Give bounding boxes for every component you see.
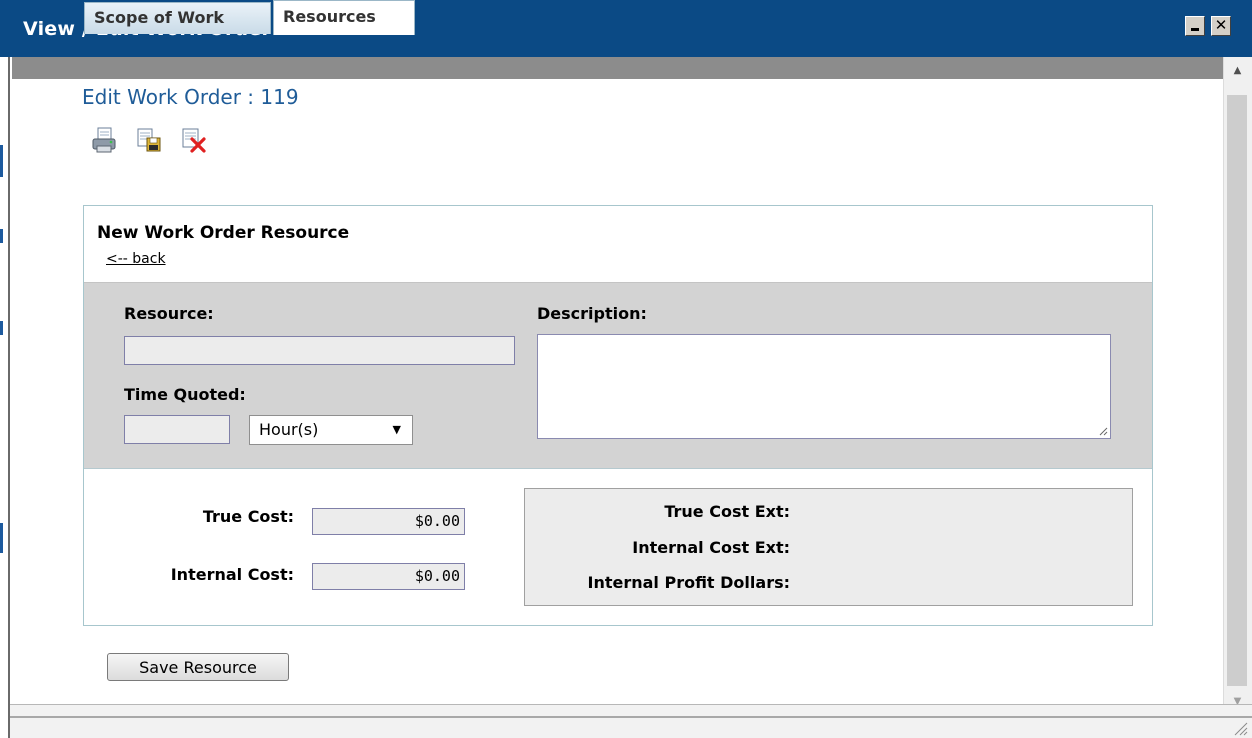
true-cost-input[interactable]: $0.00 [312, 508, 465, 535]
save-resource-button[interactable]: Save Resource [107, 653, 289, 681]
back-link[interactable]: <-- back [106, 251, 166, 267]
minimize-button[interactable] [1185, 16, 1205, 36]
scroll-up-arrow-icon[interactable]: ▲ [1223, 58, 1252, 84]
description-label: Description: [537, 304, 647, 323]
close-icon: ✕ [1214, 16, 1228, 34]
window-left-edge [0, 57, 10, 738]
resource-label: Resource: [124, 304, 214, 323]
resource-input[interactable] [124, 336, 515, 365]
true-cost-ext-label: True Cost Ext: [664, 502, 790, 521]
tab-scope-of-work[interactable]: Scope of Work [84, 2, 271, 34]
close-button[interactable]: ✕ [1211, 16, 1231, 36]
time-unit-value: Hour(s) [259, 420, 319, 439]
time-quoted-label: Time Quoted: [124, 385, 246, 404]
internal-cost-ext-label: Internal Cost Ext: [632, 538, 790, 557]
edge-mark [0, 145, 3, 177]
time-unit-select[interactable]: Hour(s) ▼ [249, 415, 413, 445]
tab-label: Resources [283, 7, 376, 26]
edge-mark [0, 523, 3, 553]
scrollbar-thumb[interactable] [1227, 95, 1247, 686]
internal-profit-dollars-label: Internal Profit Dollars: [587, 573, 790, 592]
tab-label: Scope of Work [94, 8, 224, 27]
true-cost-label: True Cost: [202, 507, 294, 526]
edge-mark [0, 321, 3, 335]
description-textarea[interactable] [537, 334, 1111, 439]
window-status-strip [10, 704, 1252, 738]
header-strip [12, 57, 1223, 79]
save-icon[interactable] [136, 126, 162, 154]
window-bottom-border [10, 716, 1252, 718]
textarea-resize-icon[interactable] [1099, 427, 1108, 436]
delete-icon[interactable] [181, 126, 207, 154]
time-quoted-input[interactable] [124, 415, 230, 444]
page-title: Edit Work Order : 119 [82, 85, 299, 109]
print-icon[interactable] [91, 126, 117, 154]
chevron-down-icon: ▼ [392, 423, 401, 436]
edge-mark [0, 229, 3, 243]
section-title: New Work Order Resource [97, 223, 350, 243]
internal-cost-input[interactable]: $0.00 [312, 563, 465, 590]
minimize-icon [1191, 28, 1199, 31]
internal-cost-label: Internal Cost: [170, 565, 294, 584]
tab-resources[interactable]: Resources [273, 0, 415, 35]
resize-grip-icon[interactable] [1232, 720, 1248, 736]
